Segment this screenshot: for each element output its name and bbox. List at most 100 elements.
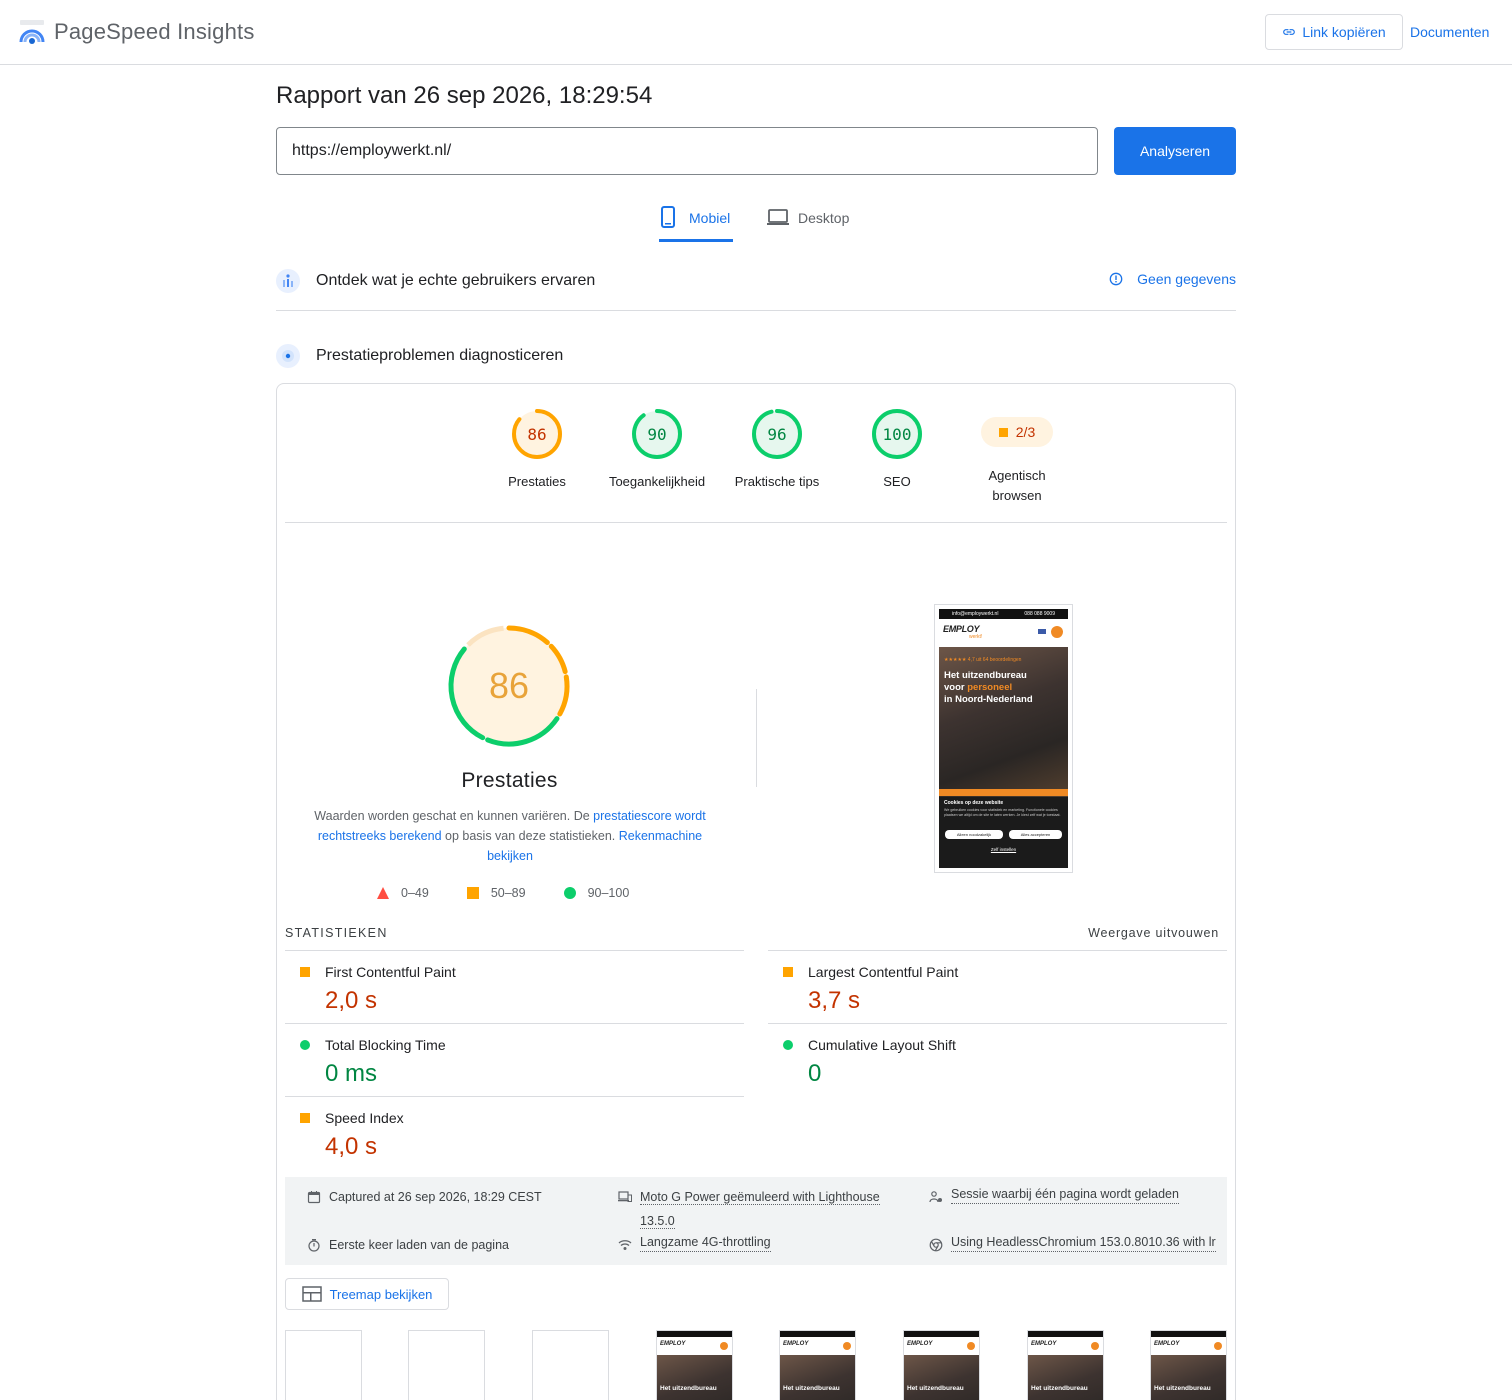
- frame-logo: EMPLOY: [1154, 1341, 1180, 1347]
- flag-icon: [1038, 629, 1046, 634]
- metric-value: 0 ms: [325, 1060, 378, 1087]
- gauge-agentisch-browsen[interactable]: 2/3 Agentisch browsen: [957, 408, 1077, 506]
- users-chart-icon: [276, 269, 300, 293]
- no-data-link[interactable]: Geen gegevens: [1109, 271, 1236, 287]
- field-data-section: Ontdek wat je echte gebruikers ervaren G…: [276, 266, 1236, 296]
- fail-triangle-icon: [377, 887, 389, 899]
- metric-speed-index: Speed Index 4,0 s: [285, 1096, 744, 1169]
- pass-circle-icon: [783, 1040, 793, 1050]
- metric-name: Total Blocking Time: [325, 1037, 446, 1053]
- screenshot-header: EMPLOY werkt!: [939, 619, 1068, 647]
- average-square-icon: [300, 1113, 310, 1123]
- performance-description: Waarden worden geschat en kunnen variëre…: [305, 806, 715, 866]
- tab-mobile-label: Mobiel: [689, 210, 731, 226]
- frame-heading: Het uitzendbureau: [1154, 1385, 1211, 1392]
- tab-mobile[interactable]: Mobiel: [659, 206, 733, 242]
- frame-header: EMPLOY: [780, 1337, 855, 1355]
- gauge-score: 100: [883, 425, 912, 444]
- no-data-label: Geen gegevens: [1137, 271, 1236, 287]
- url-input[interactable]: [276, 127, 1098, 175]
- gauge-toegankelijkheid[interactable]: 90 Toegankelijkheid: [597, 408, 717, 492]
- session-text[interactable]: Sessie waarbij één pagina wordt geladen: [951, 1185, 1179, 1204]
- gauge-score: 86: [527, 425, 546, 444]
- info-load: Eerste keer laden van de pagina: [307, 1233, 509, 1257]
- metric-cls: Cumulative Layout Shift 0: [768, 1023, 1227, 1096]
- screenshot-content: info@employwerkt.nl 088 088 9009 EMPLOY …: [939, 609, 1068, 868]
- agentic-score-pill: 2/3: [981, 417, 1053, 447]
- gauge-label: Toegankelijkheid: [608, 474, 706, 489]
- filmstrip-frame: [408, 1330, 485, 1400]
- expand-view-toggle[interactable]: Weergave uitvouwen: [1088, 926, 1219, 940]
- treemap-label: Treemap bekijken: [329, 1286, 433, 1302]
- cookie-settings-link: Zelf instellen: [990, 847, 1017, 852]
- screenshot-top-bar: info@employwerkt.nl 088 088 9009: [939, 609, 1068, 619]
- legend-fail-label: 0–49: [401, 886, 429, 900]
- app-title: PageSpeed Insights: [54, 19, 255, 44]
- analyze-button[interactable]: Analyseren: [1114, 127, 1236, 175]
- frame-header: EMPLOY: [1151, 1337, 1226, 1355]
- gauge-praktische-tips[interactable]: 96 Praktische tips: [717, 408, 837, 492]
- legend-fail: 0–49: [377, 886, 429, 900]
- screenshot-phone: 088 088 9009: [1024, 611, 1055, 617]
- treemap-button[interactable]: Treemap bekijken: [285, 1278, 449, 1310]
- gauge-score: 90: [647, 425, 666, 444]
- perf-desc-text-2: op basis van deze statistieken.: [441, 829, 619, 843]
- screenshot-rating: ★★★★★ 4,7 uit 64 beoordelingen: [944, 657, 1022, 663]
- average-square-icon: [300, 967, 310, 977]
- perf-desc-text-1: Waarden worden geschat en kunnen variëre…: [314, 809, 594, 823]
- metric-value: 3,7 s: [808, 987, 861, 1014]
- info-device: Moto G Power geëmuleerd with Lighthouse …: [618, 1185, 908, 1233]
- gauges-divider: [285, 522, 1227, 523]
- frame-logo: EMPLOY: [1031, 1341, 1057, 1347]
- info-browser: Using HeadlessChromium 153.0.8010.36 wit…: [929, 1233, 1219, 1252]
- diagnose-icon: [276, 344, 300, 368]
- cookie-title: Cookies op deze website: [944, 800, 1004, 806]
- legend-average: 50–89: [466, 886, 526, 900]
- lab-data-title: Prestatieproblemen diagnosticeren: [316, 347, 564, 364]
- tab-desktop[interactable]: Desktop: [766, 206, 849, 242]
- filmstrip-frame: EMPLOY Het uitzendbureau: [1150, 1330, 1227, 1400]
- metric-name: Speed Index: [325, 1110, 404, 1126]
- signal-icon: [618, 1240, 632, 1250]
- timer-icon: [308, 1239, 320, 1252]
- gauge-seo[interactable]: 100 SEO: [837, 408, 957, 492]
- final-screenshot[interactable]: info@employwerkt.nl 088 088 9009 EMPLOY …: [934, 604, 1073, 873]
- filmstrip: EMPLOY Het uitzendbureau EMPLOY Het uitz…: [285, 1330, 1227, 1400]
- copy-link-button[interactable]: Link kopiëren: [1265, 14, 1403, 50]
- docs-link[interactable]: Documenten: [1410, 24, 1489, 40]
- screenshot-heading-line: voor personeel: [944, 682, 1064, 694]
- field-data-title: Ontdek wat je echte gebruikers ervaren: [316, 272, 596, 289]
- screenshot-logo: EMPLOY: [943, 624, 980, 634]
- browser-text[interactable]: Using HeadlessChromium 153.0.8010.36 wit…: [951, 1233, 1216, 1252]
- session-icon: [929, 1191, 942, 1203]
- device-line-1[interactable]: Moto G Power geëmuleerd with Lighthouse: [640, 1190, 880, 1205]
- link-icon: [1283, 29, 1296, 35]
- gauge-score: 96: [767, 425, 786, 444]
- performance-score: 86: [489, 665, 529, 706]
- smartphone-icon: [661, 206, 675, 228]
- legend-pass-label: 90–100: [587, 886, 630, 900]
- gauge-prestaties[interactable]: 86 Prestaties: [477, 408, 597, 492]
- device-line-2[interactable]: 13.5.0: [640, 1214, 675, 1229]
- score-legend: 0–49 50–89 90–100: [377, 886, 629, 900]
- laptop-icon: [767, 209, 789, 225]
- metric-value: 0: [808, 1060, 822, 1087]
- gauge-label: SEO: [883, 474, 911, 489]
- screenshot-heading: Het uitzendbureau voor personeel in Noor…: [944, 670, 1064, 706]
- frame-header: EMPLOY: [904, 1337, 979, 1355]
- frame-hero: Het uitzendbureau: [657, 1355, 732, 1400]
- vertical-divider: [756, 689, 757, 787]
- frame-hero: Het uitzendbureau: [1151, 1355, 1226, 1400]
- throttling-text[interactable]: Langzame 4G-throttling: [640, 1233, 771, 1252]
- section-divider: [276, 310, 1236, 311]
- filmstrip-frame: [285, 1330, 362, 1400]
- metric-value: 2,0 s: [325, 987, 378, 1014]
- load-text: Eerste keer laden van de pagina: [329, 1238, 509, 1252]
- frame-heading: Het uitzendbureau: [1031, 1385, 1088, 1392]
- heading-highlight: personeel: [967, 682, 1013, 693]
- filmstrip-frame: EMPLOY Het uitzendbureau: [656, 1330, 733, 1400]
- app-logo[interactable]: PageSpeed Insights: [18, 18, 255, 46]
- metric-lcp: Largest Contentful Paint 3,7 s: [768, 950, 1227, 1023]
- metric-name: First Contentful Paint: [325, 964, 456, 980]
- captured-text: Captured at 26 sep 2026, 18:29 CEST: [329, 1190, 542, 1204]
